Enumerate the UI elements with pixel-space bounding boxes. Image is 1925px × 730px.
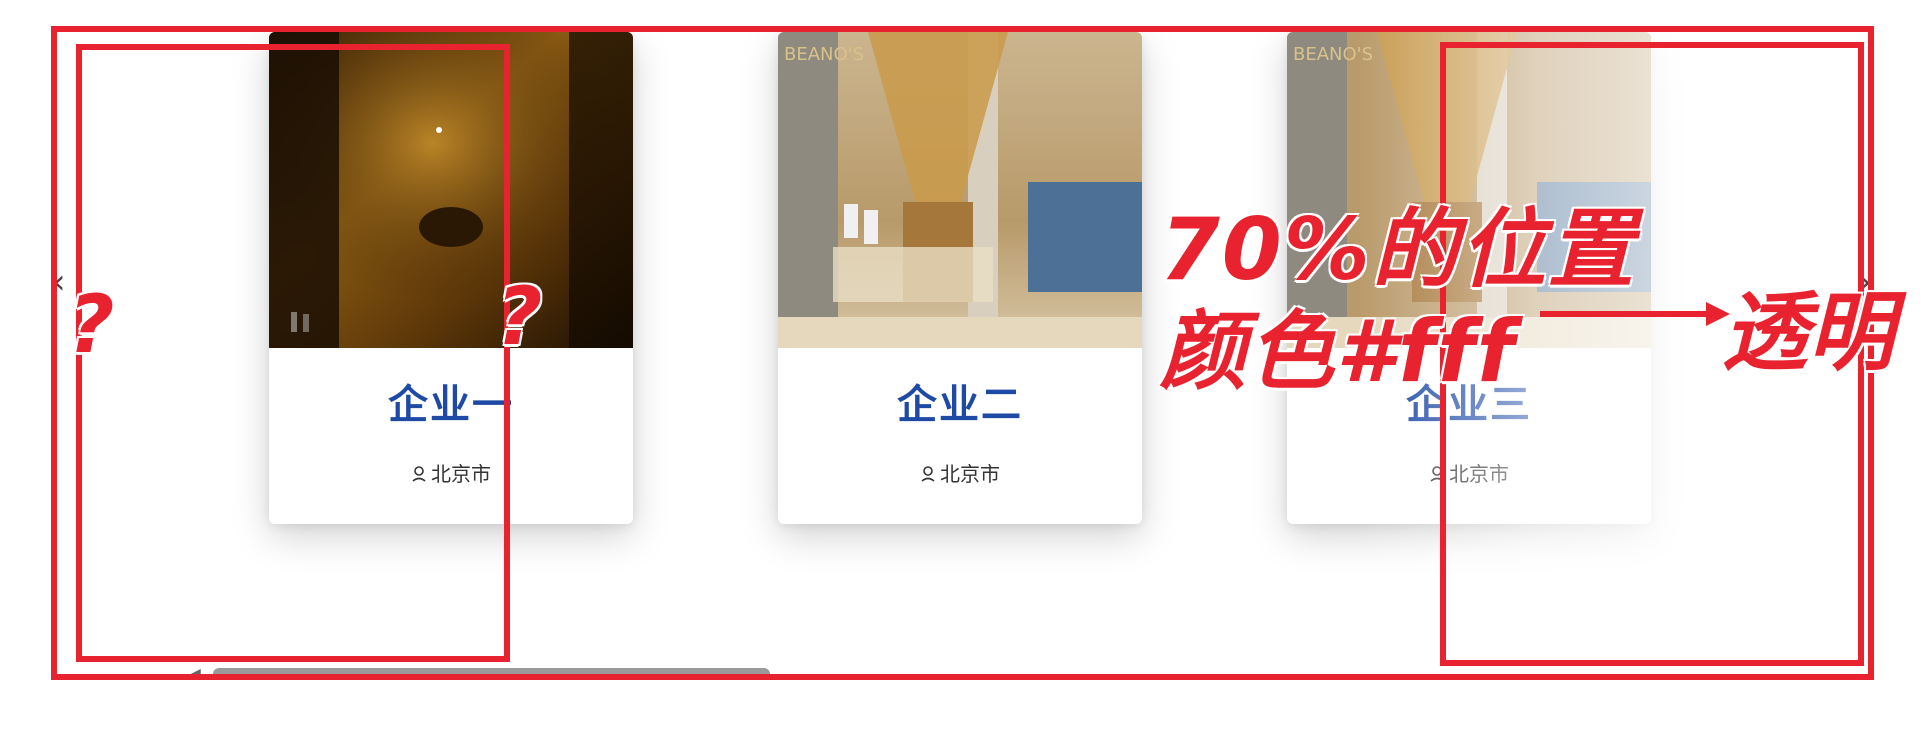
annotation-question-left: ? bbox=[68, 278, 115, 371]
annotation-left-box bbox=[76, 44, 510, 662]
annotation-note-line1: 70%的位置 bbox=[1160, 200, 1636, 300]
annotation-note-line2: 颜色#fff bbox=[1160, 302, 1517, 402]
annotation-transparent: 透明 bbox=[1722, 283, 1894, 383]
annotation-question-right: ? bbox=[496, 270, 543, 363]
annotation-arrow-icon bbox=[1540, 302, 1730, 326]
